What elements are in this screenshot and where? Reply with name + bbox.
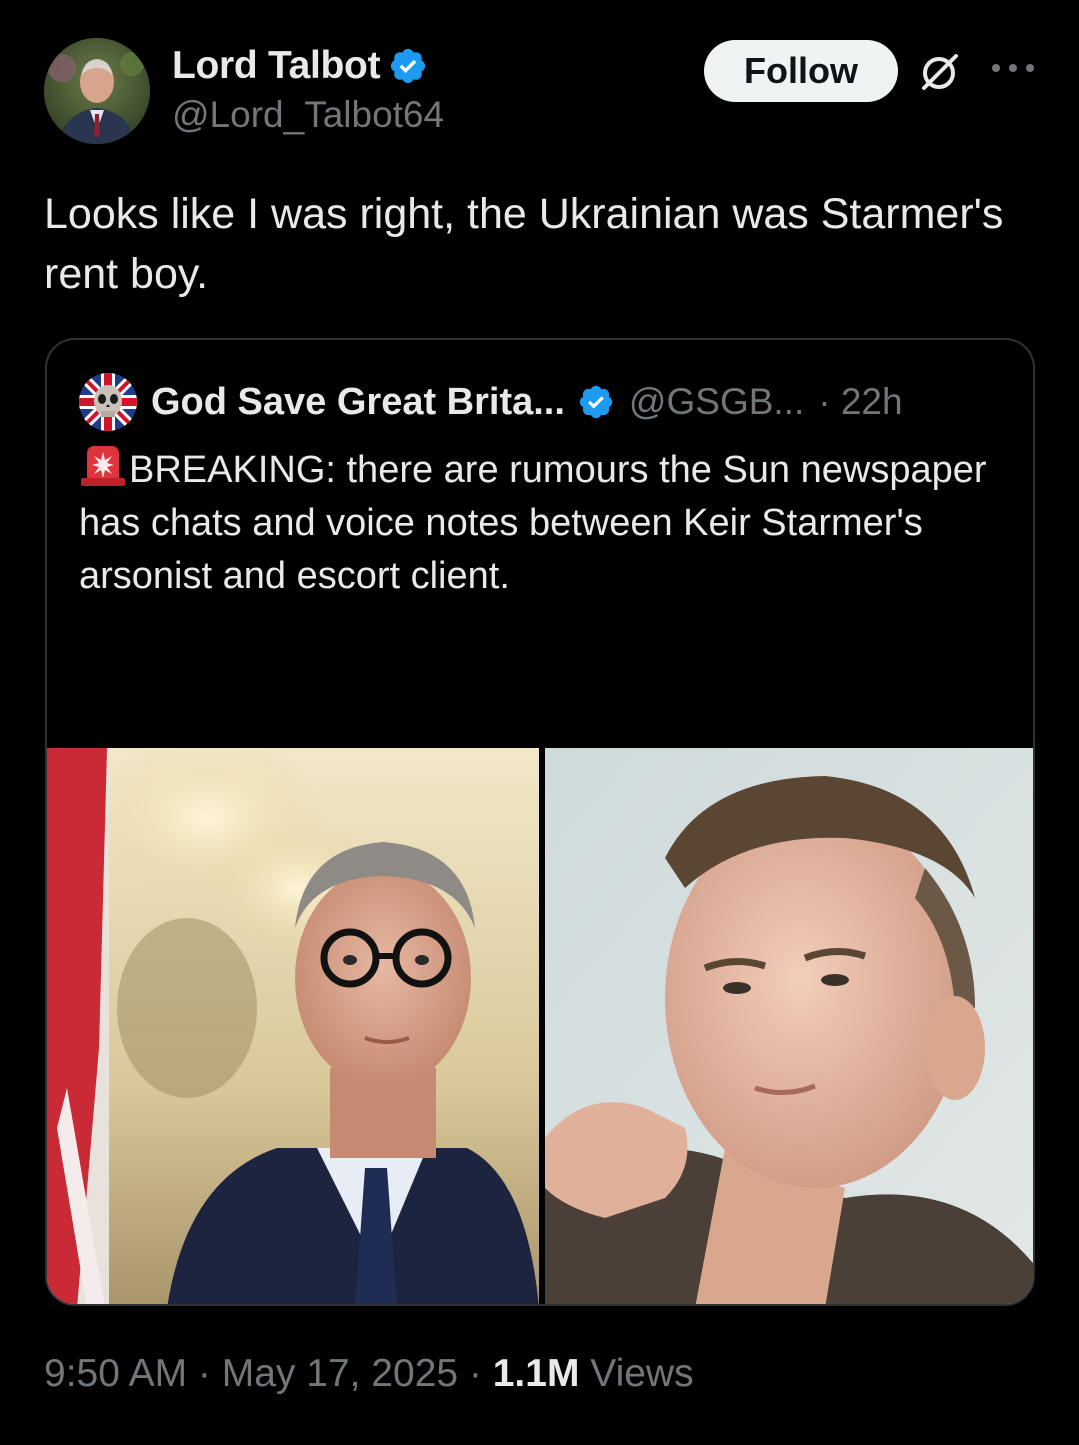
quoted-author-handle[interactable]: @GSGB... — [629, 381, 804, 423]
quoted-post-media[interactable] — [47, 748, 1033, 1304]
views-count: 1.1M — [492, 1352, 580, 1395]
post-meta: 9:50 AM · May 17, 2025 · 1.1M Views — [44, 1352, 694, 1396]
quoted-post-time[interactable]: · 22h — [818, 381, 902, 423]
post-timestamp[interactable]: 9:50 AM · May 17, 2025 · — [44, 1352, 493, 1395]
more-options-icon[interactable] — [988, 58, 1038, 78]
views-label: Views — [579, 1352, 694, 1395]
post-header: Lord Talbot @Lord_Talbot64 Follow — [44, 38, 1039, 148]
quoted-verified-badge-icon — [579, 385, 613, 419]
follow-button[interactable]: Follow — [704, 40, 898, 102]
quoted-post-text-container: BREAKING: there are rumours the Sun news… — [79, 444, 1019, 603]
quoted-post-header: God Save Great Brita... @GSGB... · 22h — [79, 370, 903, 434]
quoted-author-display-name[interactable]: God Save Great Brita... — [151, 381, 565, 424]
verified-badge-icon — [391, 48, 426, 84]
grok-icon[interactable] — [918, 50, 962, 94]
media-photo-left[interactable] — [47, 748, 539, 1304]
author-avatar[interactable] — [44, 38, 150, 144]
police-siren-icon — [81, 446, 125, 486]
quoted-author-avatar[interactable] — [79, 373, 137, 431]
post-text: Looks like I was right, the Ukrainian wa… — [44, 190, 1004, 298]
quoted-post-text: BREAKING: there are rumours the Sun news… — [79, 449, 987, 597]
media-photo-right[interactable] — [545, 748, 1033, 1304]
author-display-name[interactable]: Lord Talbot — [172, 44, 381, 88]
quoted-post[interactable]: God Save Great Brita... @GSGB... · 22h B… — [45, 338, 1035, 1306]
author-info: Lord Talbot @Lord_Talbot64 — [172, 42, 444, 136]
author-handle[interactable]: @Lord_Talbot64 — [172, 94, 444, 136]
